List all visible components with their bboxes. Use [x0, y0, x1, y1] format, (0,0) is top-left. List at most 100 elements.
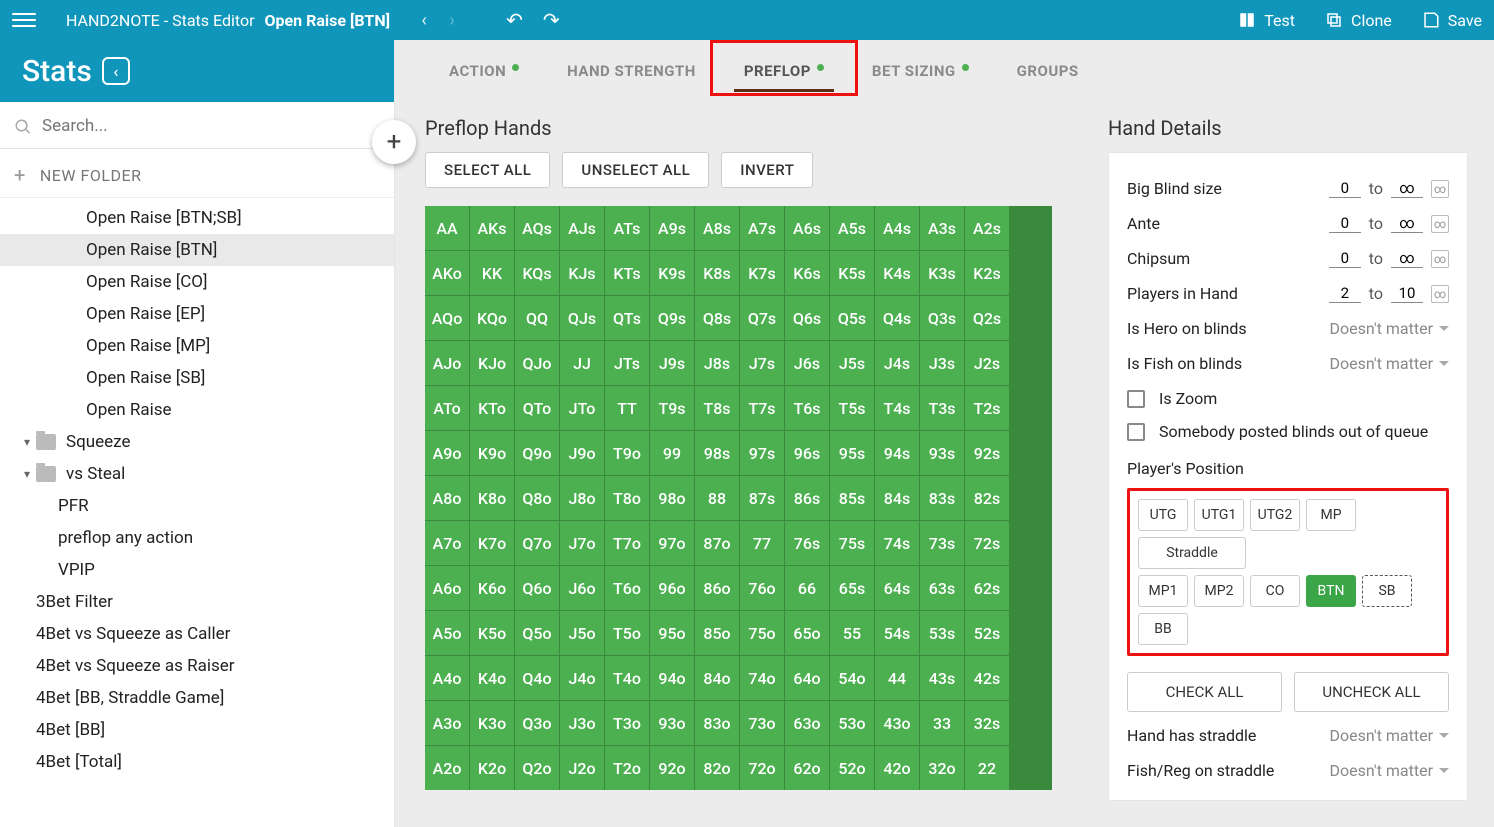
- hero-blinds-dropdown[interactable]: Doesn't matter: [1330, 319, 1450, 338]
- fish-blinds-dropdown[interactable]: Doesn't matter: [1330, 354, 1450, 373]
- hand-cell[interactable]: Q8s: [695, 296, 739, 340]
- nav-back[interactable]: ‹: [410, 10, 438, 31]
- hand-cell[interactable]: T2s: [965, 386, 1009, 430]
- hand-cell[interactable]: K7s: [740, 251, 784, 295]
- hand-cell[interactable]: Q5o: [515, 611, 559, 655]
- hand-cell[interactable]: 93o: [650, 701, 694, 745]
- hand-cell[interactable]: J9o: [560, 431, 604, 475]
- tree-item[interactable]: Open Raise [BTN]: [0, 234, 394, 266]
- hand-cell[interactable]: J7s: [740, 341, 784, 385]
- hand-cell[interactable]: T3o: [605, 701, 649, 745]
- hand-cell[interactable]: T9o: [605, 431, 649, 475]
- hand-cell[interactable]: 43o: [875, 701, 919, 745]
- infinity-toggle[interactable]: ∞: [1431, 285, 1449, 303]
- hand-cell[interactable]: K3o: [470, 701, 514, 745]
- select-all-button[interactable]: SELECT ALL: [425, 152, 550, 188]
- hand-cell[interactable]: K6o: [470, 566, 514, 610]
- hand-cell[interactable]: A9s: [650, 206, 694, 250]
- hand-cell[interactable]: 65s: [830, 566, 874, 610]
- hand-cell[interactable]: 84o: [695, 656, 739, 700]
- invert-button[interactable]: INVERT: [721, 152, 813, 188]
- tab-hand-strength[interactable]: HAND STRENGTH: [543, 40, 720, 102]
- hand-cell[interactable]: J8o: [560, 476, 604, 520]
- ante-to-input[interactable]: [1391, 214, 1423, 233]
- hand-cell[interactable]: AA: [425, 206, 469, 250]
- position-mp[interactable]: MP: [1306, 499, 1356, 531]
- hand-cell[interactable]: A2s: [965, 206, 1009, 250]
- hand-cell[interactable]: K7o: [470, 521, 514, 565]
- position-utg1[interactable]: UTG1: [1194, 499, 1244, 531]
- tree-item[interactable]: Open Raise [BTN;SB]: [0, 202, 394, 234]
- hand-cell[interactable]: Q4s: [875, 296, 919, 340]
- tab-bet-sizing[interactable]: BET SIZING: [848, 40, 993, 102]
- hand-cell[interactable]: Q6s: [785, 296, 829, 340]
- hand-cell[interactable]: A6s: [785, 206, 829, 250]
- hand-cell[interactable]: 63s: [920, 566, 964, 610]
- tree-item[interactable]: Open Raise [SB]: [0, 362, 394, 394]
- hand-cell[interactable]: 92s: [965, 431, 1009, 475]
- hand-cell[interactable]: 94s: [875, 431, 919, 475]
- hand-cell[interactable]: J6o: [560, 566, 604, 610]
- save-button[interactable]: Save: [1422, 11, 1482, 30]
- straddle-dropdown[interactable]: Doesn't matter: [1330, 726, 1450, 745]
- hand-cell[interactable]: 55: [830, 611, 874, 655]
- hand-cell[interactable]: ATo: [425, 386, 469, 430]
- tree-item[interactable]: Open Raise: [0, 394, 394, 426]
- hand-cell[interactable]: 73s: [920, 521, 964, 565]
- hand-cell[interactable]: K9o: [470, 431, 514, 475]
- hand-cell[interactable]: Q9o: [515, 431, 559, 475]
- hand-cell[interactable]: 74o: [740, 656, 784, 700]
- hand-cell[interactable]: 98o: [650, 476, 694, 520]
- hand-grid[interactable]: AAAKsAQsAJsATsA9sA8sA7sA6sA5sA4sA3sA2sAK…: [425, 206, 1052, 790]
- clone-button[interactable]: Clone: [1325, 11, 1392, 30]
- hand-cell[interactable]: A6o: [425, 566, 469, 610]
- hand-cell[interactable]: K6s: [785, 251, 829, 295]
- hand-cell[interactable]: Q7s: [740, 296, 784, 340]
- hand-cell[interactable]: 93s: [920, 431, 964, 475]
- hand-cell[interactable]: A3o: [425, 701, 469, 745]
- hand-cell[interactable]: 85o: [695, 611, 739, 655]
- position-utg2[interactable]: UTG2: [1250, 499, 1300, 531]
- hamburger-icon[interactable]: [12, 13, 36, 27]
- hand-cell[interactable]: 72s: [965, 521, 1009, 565]
- hand-cell[interactable]: 62s: [965, 566, 1009, 610]
- hand-cell[interactable]: 64o: [785, 656, 829, 700]
- hand-cell[interactable]: Q2o: [515, 746, 559, 790]
- hand-cell[interactable]: 82s: [965, 476, 1009, 520]
- hand-cell[interactable]: 87s: [740, 476, 784, 520]
- hand-cell[interactable]: Q3s: [920, 296, 964, 340]
- hand-cell[interactable]: 52s: [965, 611, 1009, 655]
- hand-cell[interactable]: 97o: [650, 521, 694, 565]
- hand-cell[interactable]: 94o: [650, 656, 694, 700]
- unselect-all-button[interactable]: UNSELECT ALL: [562, 152, 709, 188]
- hand-cell[interactable]: J4s: [875, 341, 919, 385]
- hand-cell[interactable]: 63o: [785, 701, 829, 745]
- hand-cell[interactable]: A4s: [875, 206, 919, 250]
- hand-cell[interactable]: 54s: [875, 611, 919, 655]
- hand-cell[interactable]: JJ: [560, 341, 604, 385]
- tree-item[interactable]: 4Bet vs Squeeze as Raiser: [0, 650, 394, 682]
- hand-cell[interactable]: A9o: [425, 431, 469, 475]
- hand-cell[interactable]: T6s: [785, 386, 829, 430]
- hand-cell[interactable]: TT: [605, 386, 649, 430]
- hand-cell[interactable]: 33: [920, 701, 964, 745]
- hand-cell[interactable]: A8o: [425, 476, 469, 520]
- position-utg[interactable]: UTG: [1138, 499, 1188, 531]
- hand-cell[interactable]: 83o: [695, 701, 739, 745]
- hand-cell[interactable]: KQo: [470, 296, 514, 340]
- hand-cell[interactable]: JTs: [605, 341, 649, 385]
- hand-cell[interactable]: J4o: [560, 656, 604, 700]
- hand-cell[interactable]: K5s: [830, 251, 874, 295]
- hand-cell[interactable]: 66: [785, 566, 829, 610]
- hand-cell[interactable]: 96o: [650, 566, 694, 610]
- hand-cell[interactable]: 97s: [740, 431, 784, 475]
- players-from-input[interactable]: [1329, 284, 1361, 303]
- tree-item[interactable]: VPIP: [0, 554, 394, 586]
- test-button[interactable]: Test: [1238, 11, 1295, 30]
- infinity-toggle[interactable]: ∞: [1431, 215, 1449, 233]
- hand-cell[interactable]: A7o: [425, 521, 469, 565]
- hand-cell[interactable]: QTo: [515, 386, 559, 430]
- hand-cell[interactable]: 44: [875, 656, 919, 700]
- hand-cell[interactable]: K8o: [470, 476, 514, 520]
- hand-cell[interactable]: Q2s: [965, 296, 1009, 340]
